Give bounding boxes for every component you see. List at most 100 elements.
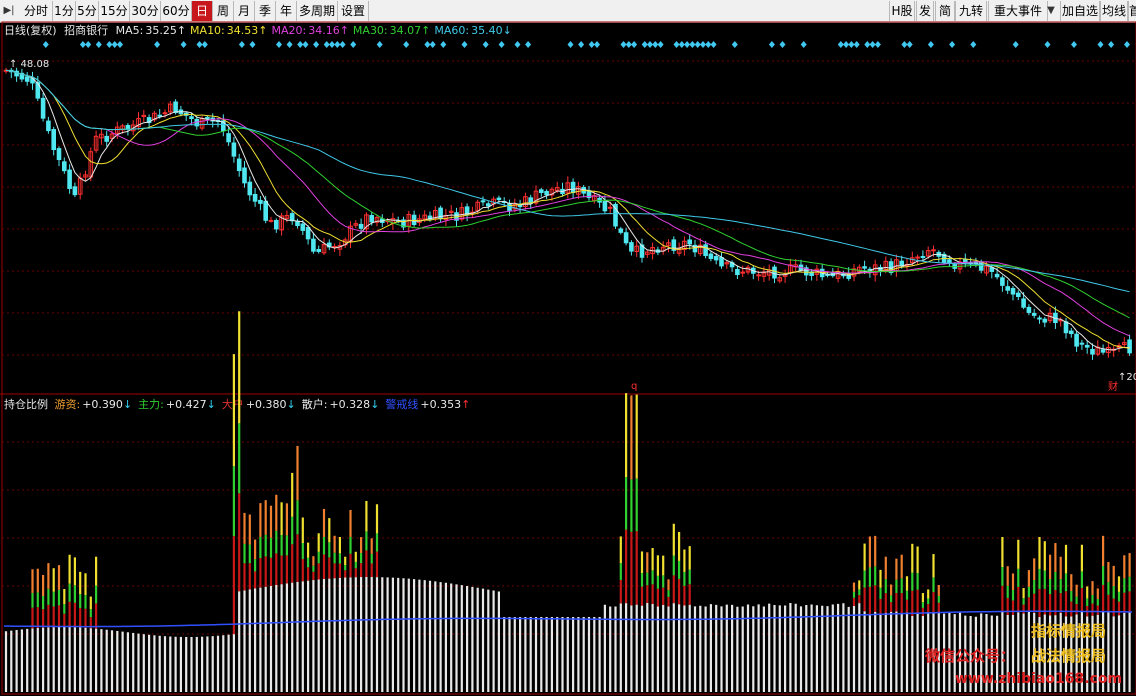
candle-body (24, 76, 30, 82)
signal-diamond (429, 41, 436, 48)
candle-body (1100, 349, 1106, 353)
signal-diamond (297, 41, 304, 48)
candle-body (1016, 292, 1021, 298)
candle-body (1031, 312, 1037, 316)
candle-body (618, 228, 624, 233)
candle-body (236, 158, 242, 172)
candle-body (1042, 318, 1048, 323)
candle-body (947, 259, 952, 264)
candle-body (247, 181, 253, 196)
signal-diamond (95, 41, 102, 48)
candle-body (735, 269, 740, 276)
candle-body (358, 223, 364, 229)
signal-diamond (117, 41, 123, 48)
signal-diamond (1108, 41, 1115, 48)
signal-diamond (376, 41, 383, 48)
candle-body (157, 114, 162, 117)
signal-diamond (768, 41, 775, 48)
candle-body (1090, 348, 1095, 355)
signal-diamond (689, 41, 696, 48)
watermark-line2-right: 战法情报局 (1031, 647, 1107, 665)
signal-diamond (594, 41, 600, 48)
candle-body (72, 186, 78, 196)
signal-diamond (302, 41, 309, 48)
watermark-line2-left: 微信公众号： (925, 647, 1016, 665)
signal-diamond (848, 41, 855, 48)
candle-body (496, 197, 502, 201)
signal-diamond (684, 41, 691, 48)
signal-diamond (424, 41, 431, 48)
candle-body (1000, 277, 1005, 286)
candle-body (602, 201, 608, 212)
signal-diamond (238, 41, 245, 48)
candle-body (162, 112, 168, 115)
signal-diamond (334, 41, 341, 48)
candle-body (994, 273, 1000, 278)
signal-diamond (42, 41, 49, 48)
signal-diamond (927, 41, 934, 48)
signal-diamond (710, 41, 717, 48)
candle-body (570, 181, 576, 193)
signal-diamond (1124, 41, 1130, 48)
signal-diamond (970, 41, 977, 48)
signal-diamond (482, 41, 489, 48)
candle-body (915, 256, 920, 259)
candle-body (274, 219, 279, 230)
signal-diamond (864, 41, 871, 48)
signal-diamond (323, 41, 330, 48)
signal-diamond (79, 41, 86, 48)
candle-body (289, 213, 295, 222)
candle-body (1127, 339, 1132, 354)
candle-body (623, 232, 629, 244)
candle-body (1063, 321, 1069, 334)
signal-diamond (201, 41, 208, 48)
signal-diamond (339, 41, 346, 48)
signal-diamond (313, 41, 320, 48)
watermark-line1: 指标情报局 (1031, 622, 1107, 640)
candle-body (1021, 298, 1026, 308)
signal-diamond (440, 41, 447, 48)
candle-body (51, 129, 57, 151)
signal-diamond (567, 41, 574, 48)
candle-body (719, 257, 724, 267)
signal-diamond (731, 41, 738, 48)
candle-body (1005, 286, 1011, 291)
candle-body (252, 193, 258, 202)
candle-body (56, 148, 62, 161)
candle-body (544, 190, 549, 196)
candle-body (687, 239, 693, 245)
signal-diamond (657, 41, 664, 48)
candle-body (369, 215, 374, 223)
signal-diamond (906, 41, 913, 48)
candle-body (703, 244, 708, 257)
signal-diamond (276, 41, 282, 48)
kline-chart[interactable]: ↑ 48.08 ↑20 q 财 (0, 0, 1136, 696)
signal-diamond (403, 41, 410, 48)
candle-body (300, 223, 306, 231)
signal-diamond (647, 41, 653, 48)
signal-diamond (837, 41, 844, 48)
signal-diamond (949, 41, 956, 48)
chart-frame (1, 21, 1136, 695)
candle-body (231, 142, 237, 157)
ex-rights-mark: q (631, 381, 637, 392)
candle-body (1037, 317, 1042, 320)
signal-diamond (678, 41, 685, 48)
candle-body (920, 255, 926, 258)
candle-body (258, 199, 263, 204)
candle-body (539, 189, 544, 193)
signal-diamond (694, 41, 701, 48)
watermark-url: www.zhibiao168.com (955, 671, 1123, 687)
candle-body (708, 253, 714, 259)
finance-mark: 财 (1108, 380, 1118, 393)
candle-body (67, 169, 72, 189)
signal-diamond (180, 41, 187, 48)
signal-diamond (154, 41, 161, 48)
candle-body (1010, 288, 1016, 295)
signal-diamond (901, 41, 908, 48)
signal-diamond (800, 41, 807, 48)
candle-body (305, 227, 311, 240)
candle-body (1069, 330, 1074, 335)
signal-diamond (700, 41, 706, 48)
candle-body (607, 206, 613, 209)
